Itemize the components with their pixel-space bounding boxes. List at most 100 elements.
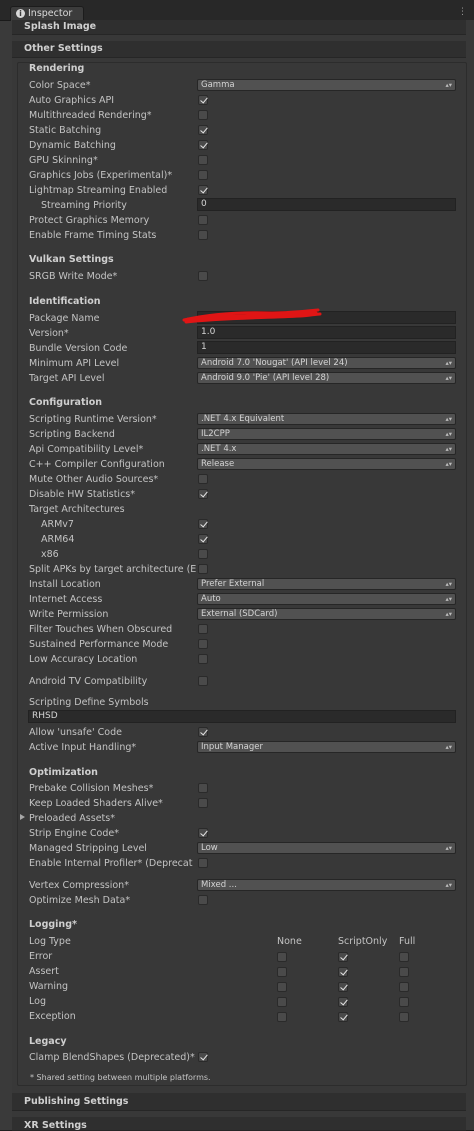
prebake-collision-checkbox[interactable] bbox=[198, 783, 208, 793]
log-warning-none-checkbox[interactable] bbox=[277, 982, 287, 992]
identification-header: Identification bbox=[29, 296, 101, 307]
armv7-checkbox[interactable] bbox=[198, 519, 208, 529]
split-apks-checkbox[interactable] bbox=[198, 564, 208, 574]
allow-unsafe-code-checkbox[interactable] bbox=[198, 727, 208, 737]
vertex-compression-dropdown[interactable]: Mixed ... ▴▾ bbox=[197, 879, 456, 891]
log-warning-full-checkbox[interactable] bbox=[399, 982, 409, 992]
dropdown-arrows-icon: ▴▾ bbox=[445, 430, 452, 438]
dropdown-arrows-icon: ▴▾ bbox=[445, 81, 452, 89]
dropdown-arrows-icon: ▴▾ bbox=[445, 610, 452, 618]
dropdown-arrows-icon: ▴▾ bbox=[445, 359, 452, 367]
target-api-level-dropdown[interactable]: Android 9.0 'Pie' (API level 28) ▴▾ bbox=[197, 372, 456, 384]
vulkan-settings-header: Vulkan Settings bbox=[29, 254, 114, 265]
section-other-settings[interactable]: Other Settings bbox=[12, 41, 466, 58]
scripting-define-symbols-field[interactable]: RHSD bbox=[28, 710, 456, 723]
graphics-jobs-checkbox[interactable] bbox=[198, 170, 208, 180]
filter-touches-checkbox[interactable] bbox=[198, 624, 208, 634]
tab-inspector[interactable]: i Inspector bbox=[10, 6, 84, 21]
mute-other-audio-checkbox[interactable] bbox=[198, 474, 208, 484]
static-batching-checkbox[interactable] bbox=[198, 125, 208, 135]
disable-hw-statistics-label: Disable HW Statistics* bbox=[29, 489, 135, 500]
log-log-none-checkbox[interactable] bbox=[277, 997, 287, 1007]
log-exception-none-checkbox[interactable] bbox=[277, 1012, 287, 1022]
configuration-header: Configuration bbox=[29, 397, 103, 408]
log-exception-full-checkbox[interactable] bbox=[399, 1012, 409, 1022]
log-row-label: Warning bbox=[29, 981, 69, 992]
streaming-priority-field[interactable]: 0 bbox=[197, 198, 456, 211]
scripting-runtime-version-dropdown[interactable]: .NET 4.x Equivalent ▴▾ bbox=[197, 413, 456, 425]
install-location-value: Prefer External bbox=[201, 579, 265, 589]
auto-graphics-api-checkbox[interactable] bbox=[198, 95, 208, 105]
gpu-skinning-checkbox[interactable] bbox=[198, 155, 208, 165]
section-other-settings-label: Other Settings bbox=[24, 43, 103, 54]
prebake-collision-label: Prebake Collision Meshes* bbox=[29, 783, 154, 794]
version-field[interactable]: 1.0 bbox=[197, 326, 456, 339]
log-error-full-checkbox[interactable] bbox=[399, 952, 409, 962]
menu-kebab-icon[interactable]: ⋮ bbox=[458, 7, 468, 17]
target-api-level-value: Android 9.0 'Pie' (API level 28) bbox=[201, 373, 330, 383]
lightmap-streaming-label: Lightmap Streaming Enabled bbox=[29, 185, 168, 196]
internal-profiler-label: Enable Internal Profiler* (Deprecat bbox=[29, 858, 193, 869]
multithreaded-rendering-checkbox[interactable] bbox=[198, 110, 208, 120]
log-log-scriptonly-checkbox[interactable] bbox=[338, 997, 348, 1007]
script-only-column-header: ScriptOnly bbox=[338, 936, 388, 947]
srgb-write-mode-checkbox[interactable] bbox=[198, 271, 208, 281]
frame-timing-stats-label: Enable Frame Timing Stats bbox=[29, 230, 157, 241]
internet-access-dropdown[interactable]: Auto ▴▾ bbox=[197, 593, 456, 605]
install-location-dropdown[interactable]: Prefer External ▴▾ bbox=[197, 578, 456, 590]
section-xr-settings-label: XR Settings bbox=[24, 1120, 87, 1131]
dynamic-batching-checkbox[interactable] bbox=[198, 140, 208, 150]
multithreaded-rendering-label: Multithreaded Rendering* bbox=[29, 110, 152, 121]
protect-graphics-memory-label: Protect Graphics Memory bbox=[29, 215, 150, 226]
section-publishing-settings[interactable]: Publishing Settings bbox=[12, 1093, 466, 1111]
tab-inspector-label: Inspector bbox=[28, 8, 73, 19]
write-permission-label: Write Permission bbox=[29, 609, 109, 620]
log-exception-scriptonly-checkbox[interactable] bbox=[338, 1012, 348, 1022]
section-splash-image[interactable]: Splash Image bbox=[12, 20, 466, 35]
log-log-full-checkbox[interactable] bbox=[399, 997, 409, 1007]
color-space-dropdown[interactable]: Gamma ▴▾ bbox=[197, 79, 456, 91]
rendering-header: Rendering bbox=[29, 63, 85, 74]
cpp-compiler-configuration-dropdown[interactable]: Release ▴▾ bbox=[197, 458, 456, 470]
section-xr-settings[interactable]: XR Settings bbox=[12, 1117, 466, 1131]
minimum-api-level-dropdown[interactable]: Android 7.0 'Nougat' (API level 24) ▴▾ bbox=[197, 357, 456, 369]
protect-graphics-memory-checkbox[interactable] bbox=[198, 215, 208, 225]
bundle-version-code-field[interactable]: 1 bbox=[197, 341, 456, 354]
foldout-arrow-icon[interactable] bbox=[20, 814, 25, 820]
keep-loaded-shaders-checkbox[interactable] bbox=[198, 798, 208, 808]
active-input-handling-dropdown[interactable]: Input Manager ▴▾ bbox=[197, 741, 456, 753]
vertex-compression-value: Mixed ... bbox=[201, 880, 237, 890]
write-permission-dropdown[interactable]: External (SDCard) ▴▾ bbox=[197, 608, 456, 620]
vertex-compression-label: Vertex Compression* bbox=[29, 880, 129, 891]
log-assert-scriptonly-checkbox[interactable] bbox=[338, 967, 348, 977]
android-tv-checkbox[interactable] bbox=[198, 676, 208, 686]
strip-engine-code-checkbox[interactable] bbox=[198, 828, 208, 838]
log-assert-none-checkbox[interactable] bbox=[277, 967, 287, 977]
arm64-checkbox[interactable] bbox=[198, 534, 208, 544]
frame-timing-stats-checkbox[interactable] bbox=[198, 230, 208, 240]
log-error-scriptonly-checkbox[interactable] bbox=[338, 952, 348, 962]
dropdown-arrows-icon: ▴▾ bbox=[445, 460, 452, 468]
lightmap-streaming-checkbox[interactable] bbox=[198, 185, 208, 195]
log-assert-full-checkbox[interactable] bbox=[399, 967, 409, 977]
managed-stripping-level-dropdown[interactable]: Low ▴▾ bbox=[197, 842, 456, 854]
disable-hw-statistics-checkbox[interactable] bbox=[198, 489, 208, 499]
clamp-blendshapes-checkbox[interactable] bbox=[198, 1052, 208, 1062]
preloaded-assets-label[interactable]: Preloaded Assets* bbox=[29, 813, 115, 824]
sustained-performance-checkbox[interactable] bbox=[198, 639, 208, 649]
low-accuracy-location-checkbox[interactable] bbox=[198, 654, 208, 664]
log-error-none-checkbox[interactable] bbox=[277, 952, 287, 962]
shared-setting-footnote: * Shared setting between multiple platfo… bbox=[30, 1073, 211, 1082]
internal-profiler-checkbox[interactable] bbox=[198, 858, 208, 868]
graphics-jobs-label: Graphics Jobs (Experimental)* bbox=[29, 170, 173, 181]
log-warning-scriptonly-checkbox[interactable] bbox=[338, 982, 348, 992]
dropdown-arrows-icon: ▴▾ bbox=[445, 743, 452, 751]
armv7-label: ARMv7 bbox=[41, 519, 74, 530]
scripting-backend-dropdown[interactable]: IL2CPP ▴▾ bbox=[197, 428, 456, 440]
version-value: 1.0 bbox=[201, 327, 216, 337]
dropdown-arrows-icon: ▴▾ bbox=[445, 844, 452, 852]
log-row-label: Assert bbox=[29, 966, 59, 977]
api-compatibility-level-dropdown[interactable]: .NET 4.x ▴▾ bbox=[197, 443, 456, 455]
optimize-mesh-data-checkbox[interactable] bbox=[198, 895, 208, 905]
x86-checkbox[interactable] bbox=[198, 549, 208, 559]
